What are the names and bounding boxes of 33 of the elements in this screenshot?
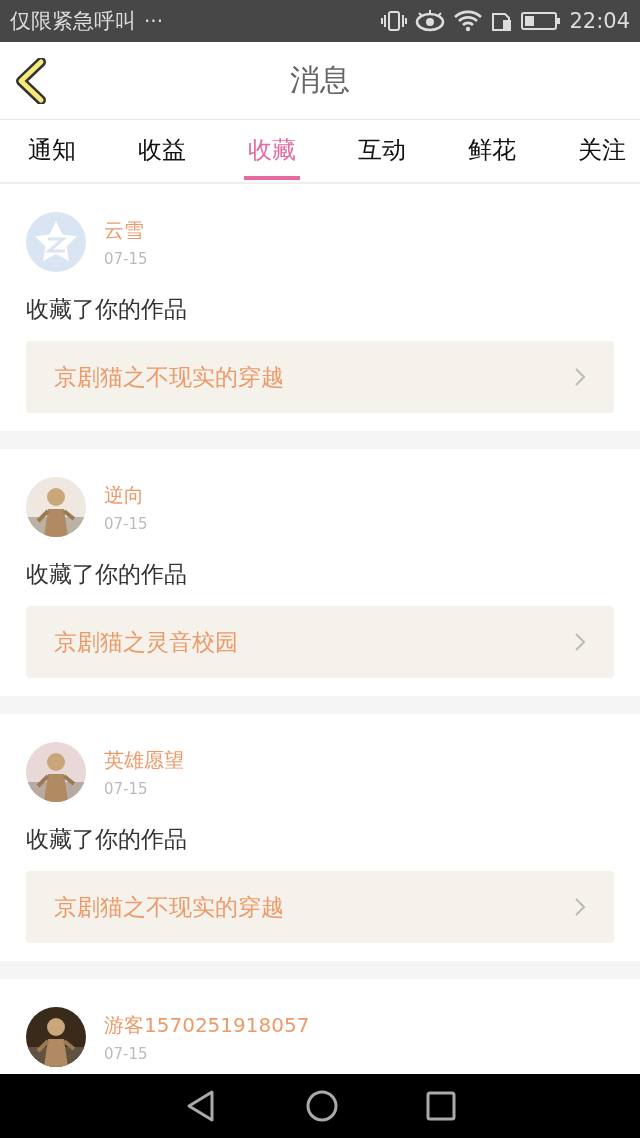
- vibrate-icon: [381, 9, 408, 33]
- tab[interactable]: 鲜花: [464, 128, 520, 180]
- message-text: 收藏了你的作品: [26, 295, 188, 324]
- message-date: 07-15: [104, 514, 148, 533]
- eye-icon: [415, 10, 446, 32]
- message-date: 07-15: [104, 1044, 149, 1063]
- user-name: 逆向: [104, 481, 145, 509]
- back-button[interactable]: [14, 58, 48, 104]
- chevron-icon: [574, 632, 586, 652]
- carrier-text: 仅限紧急呼叫: [10, 8, 136, 35]
- chevron-icon: [574, 897, 586, 917]
- back-icon: [14, 58, 48, 104]
- sim-card-icon: [491, 10, 514, 32]
- tab[interactable]: 关注: [574, 128, 630, 180]
- message-date: 07-15: [104, 249, 148, 268]
- user-name: 游客1570251918057: [104, 1011, 310, 1039]
- message-date: 07-15: [104, 779, 149, 798]
- chevron-icon: [574, 367, 586, 387]
- clock-text: 22:04: [569, 9, 630, 33]
- user-name: 英雄愿望: [104, 746, 184, 774]
- battery-icon: [521, 10, 562, 32]
- tab[interactable]: 互动: [354, 128, 410, 180]
- more-text: ···: [144, 9, 164, 33]
- page-title: 消息: [290, 61, 350, 99]
- message-text: 收藏了你的作品: [26, 825, 188, 854]
- recents-nav-icon[interactable]: [426, 1091, 457, 1121]
- user-name: 云雪: [104, 216, 145, 244]
- avatar-icon: [26, 212, 86, 272]
- tab[interactable]: 通知: [24, 128, 80, 180]
- tab[interactable]: 收益: [134, 128, 190, 180]
- wifi-icon: [453, 9, 484, 33]
- message-text: 收藏了你的作品: [26, 560, 188, 589]
- home-nav-icon[interactable]: [305, 1089, 339, 1123]
